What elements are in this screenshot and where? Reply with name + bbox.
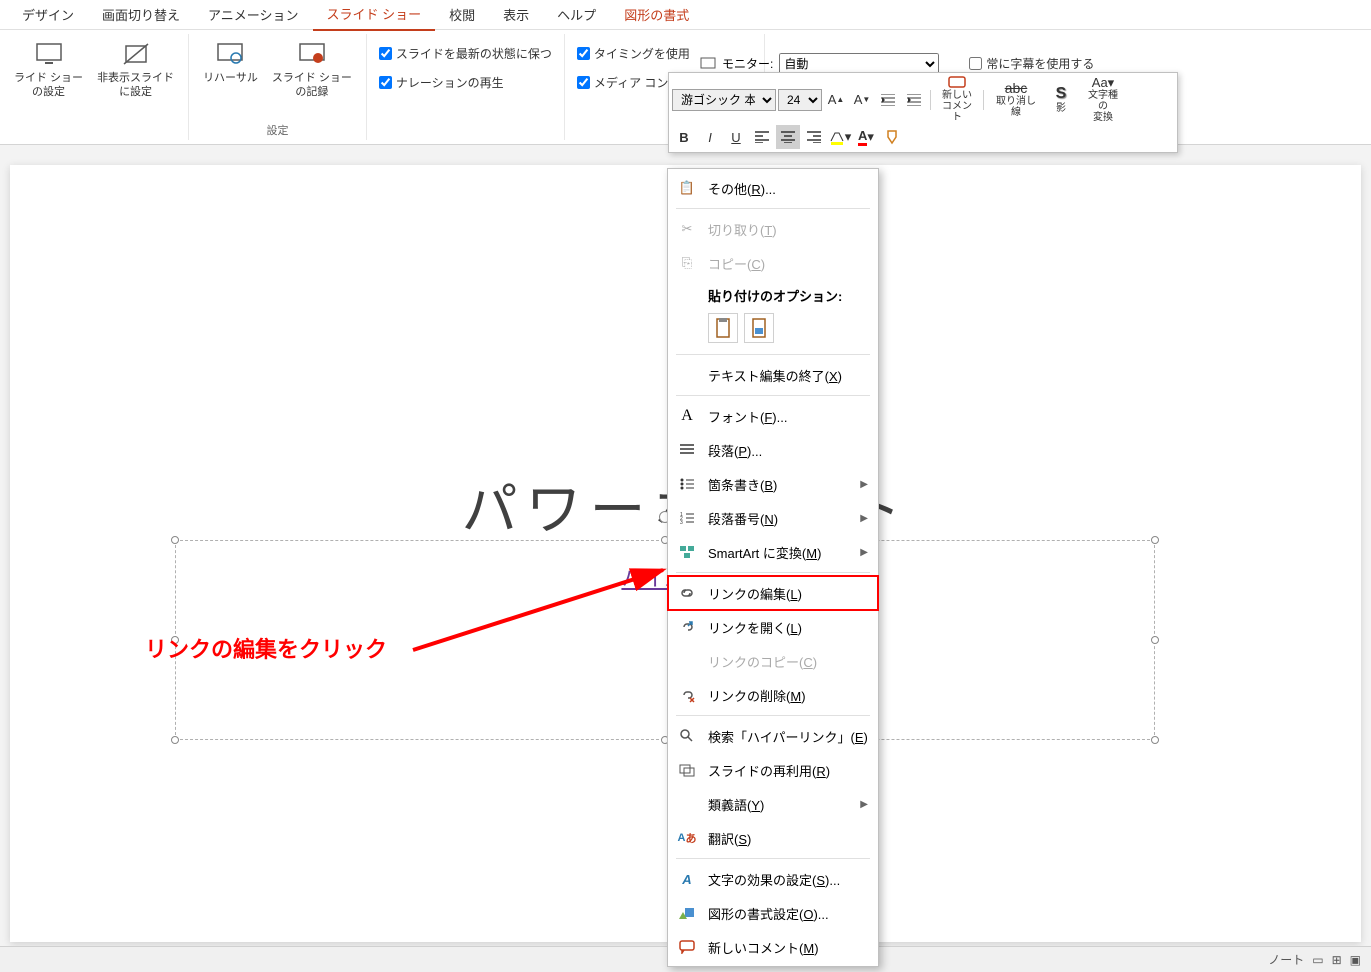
cm-text-effects[interactable]: A文字の効果の設定(S)... (668, 862, 878, 896)
link-icon (676, 582, 698, 604)
handle-tr[interactable] (1151, 536, 1159, 544)
annotation-text: リンクの編集をクリック (145, 632, 387, 664)
cm-cut: ✂切り取り(T) (668, 212, 878, 246)
ribbon-group-record: リハーサル スライド ショー の記録 設定 (189, 34, 367, 140)
cm-paragraph[interactable]: 段落(P)... (668, 433, 878, 467)
hide-slide-icon (120, 40, 152, 68)
tab-transitions[interactable]: 画面切り替え (88, 0, 194, 30)
smartart-icon (676, 541, 698, 563)
highlight-button[interactable]: ▾ (828, 125, 852, 149)
format-painter-button[interactable] (880, 125, 904, 149)
decrease-font-button[interactable]: A▼ (850, 88, 874, 112)
clock-icon (214, 40, 246, 68)
increase-font-button[interactable]: A▲ (824, 88, 848, 112)
view-normal-icon[interactable]: ▭ (1312, 953, 1323, 967)
hide-slide-button[interactable]: 非表示スライド に設定 (91, 36, 180, 104)
text-effect-icon: A (676, 868, 698, 890)
shape-format-icon (676, 902, 698, 924)
other-icon: 📋 (676, 177, 698, 199)
cm-synonyms[interactable]: 類義語(Y)▶ (668, 787, 878, 821)
status-notes[interactable]: ノート (1268, 951, 1304, 968)
group-label-setup: 設定 (266, 122, 288, 138)
rehearse-button[interactable]: リハーサル (197, 36, 264, 89)
tab-shape-format[interactable]: 図形の書式 (610, 0, 703, 30)
align-right-button[interactable] (802, 125, 826, 149)
copy-icon: ⎘ (676, 252, 698, 274)
font-color-button[interactable]: A▾ (854, 125, 878, 149)
tab-help[interactable]: ヘルプ (543, 0, 610, 30)
handle-tl[interactable] (171, 536, 179, 544)
context-menu: 📋その他(R)... ✂切り取り(T) ⎘コピー(C) 貼り付けのオプション: … (667, 168, 879, 967)
monitor-icon (33, 40, 65, 68)
delete-link-icon (676, 684, 698, 706)
cm-smartart[interactable]: SmartArt に変換(M)▶ (668, 535, 878, 569)
ribbon-group-start: ライド ショー の設定 非表示スライド に設定 (0, 34, 189, 140)
view-sorter-icon[interactable]: ⊞ (1332, 953, 1342, 967)
bold-button[interactable]: B (672, 125, 696, 149)
scissors-icon: ✂ (676, 218, 698, 240)
cm-exit-text-edit[interactable]: テキスト編集の終了(X) (668, 358, 878, 392)
cm-shape-format[interactable]: 図形の書式設定(O)... (668, 896, 878, 930)
record-icon (296, 40, 328, 68)
paste-keep-formatting[interactable] (708, 313, 738, 343)
cm-copy-link: リンクのコピー(C) (668, 644, 878, 678)
cm-reuse-slide[interactable]: スライドの再利用(R) (668, 753, 878, 787)
cm-search[interactable]: 検索「ハイパーリンク」(E) (668, 719, 878, 753)
comment-icon (948, 76, 966, 90)
strikethrough-button[interactable]: abc 取り消し線 (988, 81, 1044, 118)
cm-bullets[interactable]: 箇条書き(B)▶ (668, 467, 878, 501)
cm-delete-link[interactable]: リンクの削除(M) (668, 678, 878, 712)
tab-review[interactable]: 校閲 (435, 0, 489, 30)
monitor-label: モニター: (722, 55, 773, 72)
cm-translate[interactable]: Aあ翻訳(S) (668, 821, 878, 855)
bullets-icon (676, 473, 698, 495)
ribbon-group-options1: スライドを最新の状態に保つ ナレーションの再生 (367, 34, 565, 140)
record-slideshow-button[interactable]: スライド ショー の記録 (266, 36, 358, 104)
cm-font[interactable]: Aフォント(F)... (668, 399, 878, 433)
slideshow-setup-button[interactable]: ライド ショー の設定 (8, 36, 89, 104)
font-family-select[interactable]: 游ゴシック 本文 (672, 89, 776, 111)
new-comment-button[interactable]: 新しい コメント (935, 76, 979, 123)
chk-narration[interactable]: ナレーションの再生 (375, 71, 556, 94)
handle-bl[interactable] (171, 736, 179, 744)
mini-toolbar: 游ゴシック 本文 24 A▲ A▼ 新しい コメント abc 取り消し線 S 影… (668, 72, 1178, 153)
view-reading-icon[interactable]: ▣ (1350, 953, 1361, 967)
tab-slideshow[interactable]: スライド ショー (313, 0, 436, 31)
open-link-icon (676, 616, 698, 638)
translate-icon: Aあ (676, 827, 698, 849)
paste-picture[interactable] (744, 313, 774, 343)
cm-new-comment[interactable]: 新しいコメント(M) (668, 930, 878, 964)
paragraph-icon (676, 439, 698, 461)
handle-mr[interactable] (1151, 636, 1159, 644)
cm-open-link[interactable]: リンクを開く(L) (668, 610, 878, 644)
monitor-small-icon (700, 57, 716, 71)
align-left-button[interactable] (750, 125, 774, 149)
align-center-button[interactable] (776, 125, 800, 149)
cm-numbering[interactable]: 123段落番号(N)▶ (668, 501, 878, 535)
decrease-indent-button[interactable] (876, 88, 900, 112)
cm-paste-options (668, 309, 878, 351)
font-size-select[interactable]: 24 (778, 89, 822, 111)
chk-keep-updated[interactable]: スライドを最新の状態に保つ (375, 42, 556, 65)
cm-paste-header: 貼り付けのオプション: (668, 280, 878, 309)
cm-copy: ⎘コピー(C) (668, 246, 878, 280)
search-icon (676, 725, 698, 747)
underline-button[interactable]: U (724, 125, 748, 149)
tab-animations[interactable]: アニメーション (194, 0, 312, 30)
font-icon: A (676, 405, 698, 427)
comment-icon (676, 936, 698, 958)
increase-indent-button[interactable] (902, 88, 926, 112)
italic-button[interactable]: I (698, 125, 722, 149)
svg-text:3: 3 (680, 520, 683, 524)
tab-design[interactable]: デザイン (8, 0, 88, 30)
numbering-icon: 123 (676, 507, 698, 529)
change-case-button[interactable]: Aa▾ 文字種の 変換 (1078, 76, 1128, 123)
tab-view[interactable]: 表示 (489, 0, 543, 30)
handle-br[interactable] (1151, 736, 1159, 744)
cm-other[interactable]: 📋その他(R)... (668, 171, 878, 205)
cm-edit-link[interactable]: リンクの編集(L) (668, 576, 878, 610)
reuse-icon (676, 759, 698, 781)
shadow-button[interactable]: S 影 (1046, 85, 1076, 114)
ribbon-tabs: デザイン 画面切り替え アニメーション スライド ショー 校閲 表示 ヘルプ 図… (0, 0, 1371, 30)
